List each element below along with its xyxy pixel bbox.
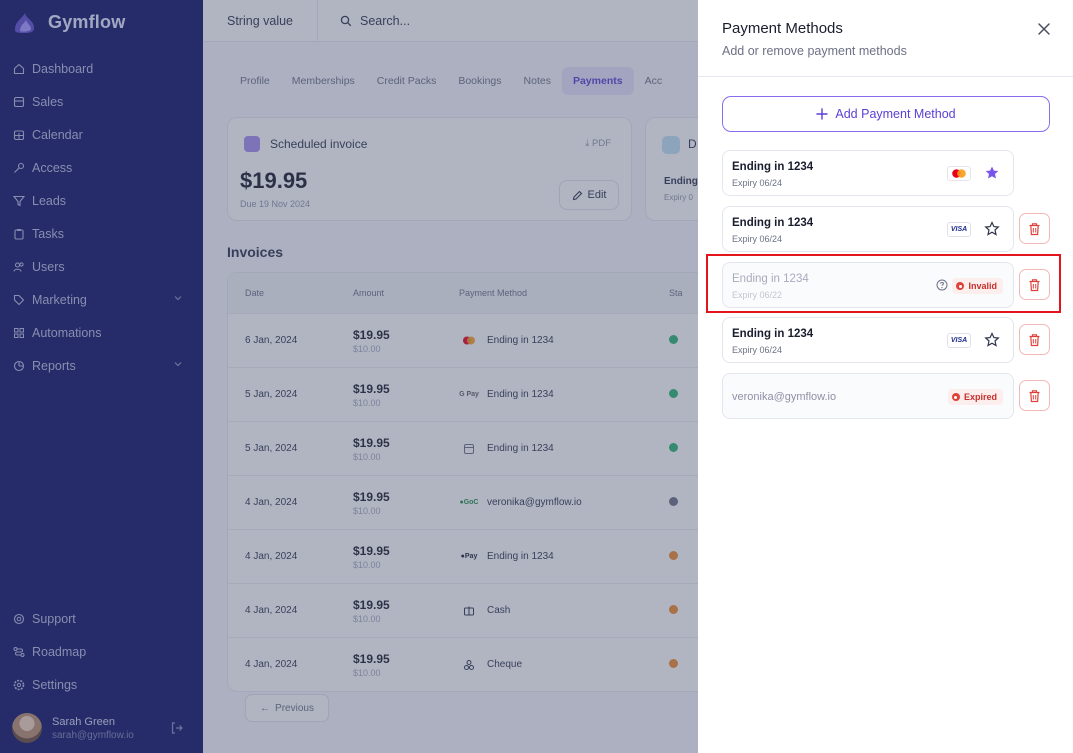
add-payment-method-button[interactable]: Add Payment Method — [722, 96, 1050, 132]
drawer-title: Payment Methods — [722, 20, 843, 37]
drawer-subtitle: Add or remove payment methods — [722, 44, 907, 58]
delete-payment-method-button[interactable] — [1019, 380, 1050, 411]
payment-method-card-expired[interactable]: veronika@gymflow.io Expired — [722, 373, 1014, 419]
payment-method-card[interactable]: Ending in 1234 Expiry 06/24 VISA — [722, 206, 1014, 252]
add-payment-method-label: Add Payment Method — [835, 107, 956, 121]
payment-method-title: Ending in 1234 — [732, 217, 814, 229]
star-outline-icon[interactable] — [984, 332, 1000, 348]
payment-method-title: Ending in 1234 — [732, 161, 814, 173]
payment-method-title: Ending in 1234 — [732, 328, 814, 340]
close-icon[interactable] — [1035, 20, 1053, 38]
visa-icon: VISA — [947, 333, 971, 348]
error-dot-icon — [951, 393, 960, 401]
payment-methods-drawer: Payment Methods Add or remove payment me… — [698, 0, 1073, 753]
visa-icon: VISA — [947, 222, 971, 237]
payment-method-expiry: Expiry 06/24 — [732, 234, 783, 244]
status-badge-expired: Expired — [947, 389, 1003, 405]
highlight-box — [706, 254, 1061, 313]
trash-icon — [1029, 333, 1040, 346]
payment-method-card[interactable]: Ending in 1234 Expiry 06/24 VISA — [722, 317, 1014, 363]
trash-icon — [1029, 222, 1040, 235]
trash-icon — [1029, 389, 1040, 402]
modal-backdrop[interactable] — [0, 0, 698, 753]
plus-icon — [816, 108, 829, 120]
star-outline-icon[interactable] — [984, 221, 1000, 237]
delete-payment-method-button[interactable] — [1019, 324, 1050, 355]
star-filled-icon[interactable] — [984, 165, 1000, 181]
payment-method-card[interactable]: Ending in 1234 Expiry 06/24 — [722, 150, 1014, 196]
mastercard-icon — [947, 166, 971, 181]
status-label: Expired — [963, 392, 997, 402]
payment-method-email: veronika@gymflow.io — [732, 391, 837, 403]
payment-method-expiry: Expiry 06/24 — [732, 178, 783, 188]
payment-method-expiry: Expiry 06/24 — [732, 345, 783, 355]
delete-payment-method-button[interactable] — [1019, 213, 1050, 244]
divider — [698, 76, 1073, 77]
